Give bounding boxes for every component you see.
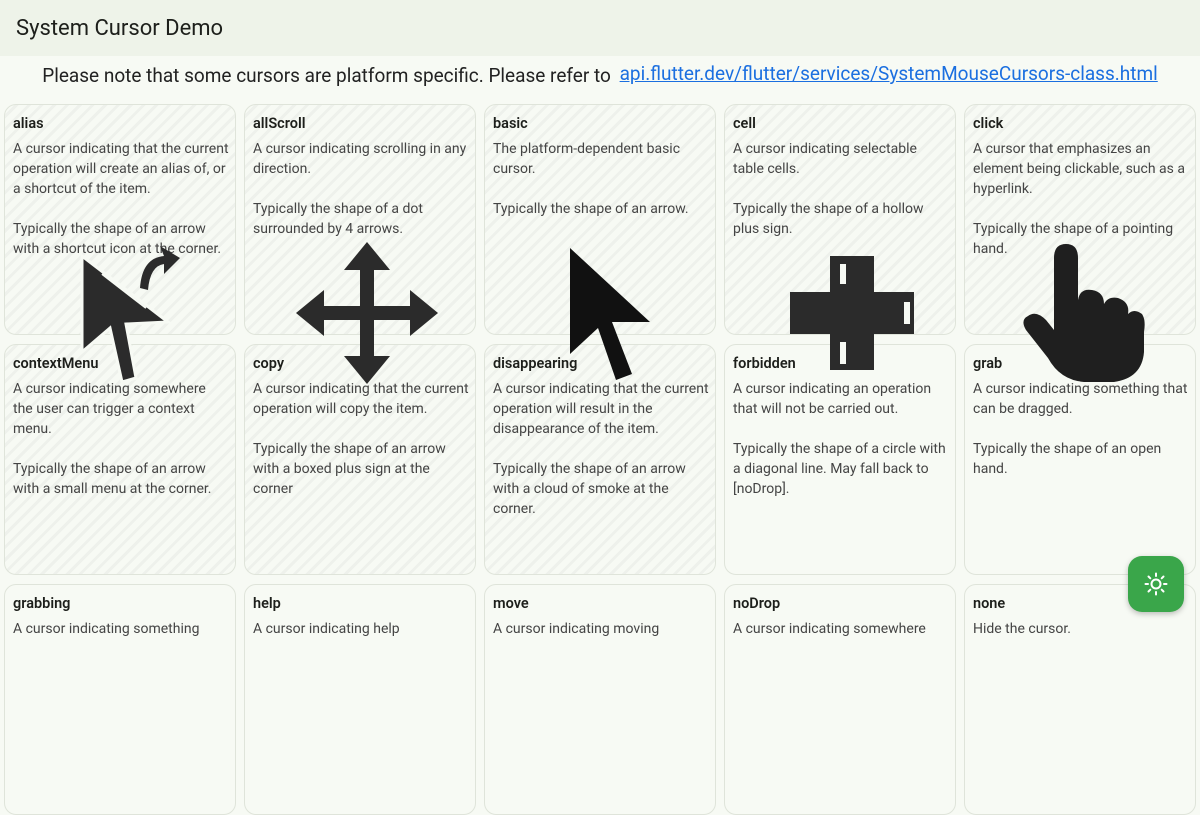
brightness-icon bbox=[1144, 572, 1168, 596]
all-scroll-cursor-icon bbox=[296, 242, 438, 384]
alias-cursor-icon bbox=[80, 246, 180, 384]
card-description: Hide the cursor. bbox=[973, 621, 1071, 637]
platform-note: Please note that some cursors are platfo… bbox=[0, 62, 1200, 87]
docs-link[interactable]: api.flutter.dev/flutter/services/SystemM… bbox=[620, 62, 1158, 85]
card-description: A cursor indicating help bbox=[253, 621, 400, 637]
card-title: move bbox=[493, 595, 529, 612]
card-description: A cursor indicating that the current ope… bbox=[253, 381, 469, 497]
card-title: noDrop bbox=[733, 595, 781, 612]
card-title: forbidden bbox=[733, 355, 796, 372]
cursor-card-noDrop[interactable]: noDrop A cursor indicating somewhere bbox=[724, 584, 956, 815]
basic-arrow-cursor-icon bbox=[570, 248, 650, 380]
card-description: A cursor indicating somewhere the user c… bbox=[13, 381, 212, 497]
card-title: copy bbox=[253, 355, 285, 372]
card-title: basic bbox=[493, 115, 528, 132]
card-title: disappearing bbox=[493, 355, 578, 372]
card-description: A cursor indicating something bbox=[13, 621, 200, 637]
card-description: A cursor indicating scrolling in any dir… bbox=[253, 141, 467, 237]
cursor-card-grabbing[interactable]: grabbing A cursor indicating something bbox=[4, 584, 236, 815]
cursor-card-help[interactable]: help A cursor indicating help bbox=[244, 584, 476, 815]
card-title: grabbing bbox=[13, 595, 71, 612]
card-description: A cursor indicating somewhere bbox=[733, 621, 926, 637]
card-description: The platform-dependent basic cursor. Typ… bbox=[493, 141, 689, 217]
card-description: A cursor indicating an operation that wi… bbox=[733, 381, 946, 497]
card-title: help bbox=[253, 595, 281, 612]
cursor-card-move[interactable]: move A cursor indicating moving bbox=[484, 584, 716, 815]
card-description: A cursor indicating that the current ope… bbox=[493, 381, 709, 517]
pointing-hand-cursor-icon bbox=[1023, 244, 1145, 382]
app-bar: System Cursor Demo bbox=[0, 0, 1200, 56]
cursor-card-forbidden[interactable]: forbidden A cursor indicating an operatio… bbox=[724, 344, 956, 575]
card-title: alias bbox=[13, 115, 44, 132]
card-title: grab bbox=[973, 355, 1003, 372]
cell-plus-cursor-icon bbox=[790, 256, 914, 370]
card-description: A cursor indicating selectable table cel… bbox=[733, 141, 924, 237]
card-title: cell bbox=[733, 115, 756, 132]
card-description: A cursor indicating that the current ope… bbox=[13, 141, 229, 257]
card-description: A cursor indicating something that can b… bbox=[973, 381, 1188, 477]
cursor-card-none[interactable]: none Hide the cursor. bbox=[964, 584, 1196, 815]
app-title: System Cursor Demo bbox=[16, 15, 224, 41]
card-title: click bbox=[973, 115, 1004, 132]
card-title: none bbox=[973, 595, 1006, 612]
note-text: Please note that some cursors are platfo… bbox=[42, 64, 611, 87]
card-description: A cursor indicating moving bbox=[493, 621, 660, 637]
card-title: allScroll bbox=[253, 115, 306, 132]
theme-toggle-button[interactable] bbox=[1128, 556, 1184, 612]
